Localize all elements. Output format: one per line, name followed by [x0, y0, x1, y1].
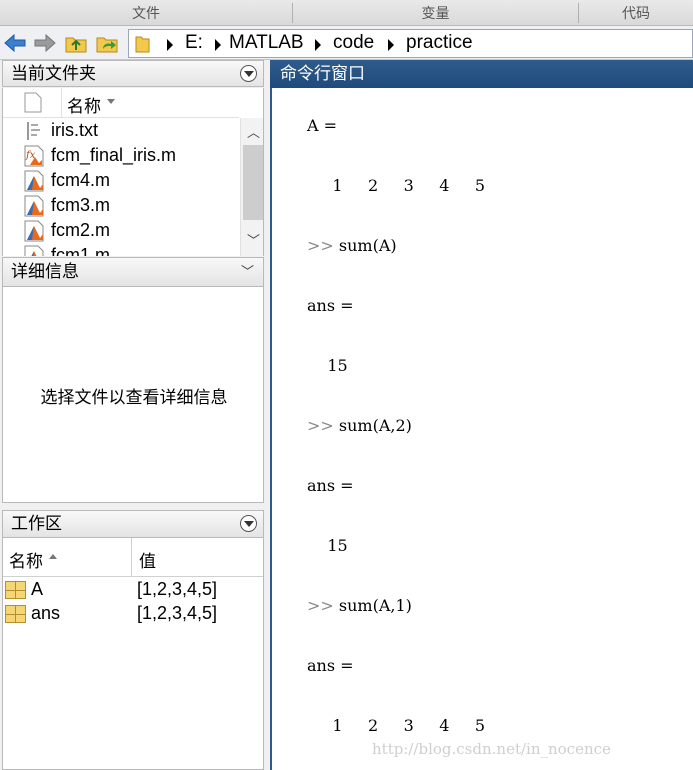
current-folder-file-list: 名称 iris.txt fx fcm_final_iris.m fcm4.m f…: [2, 88, 264, 256]
command-line: >> sum(A,1): [307, 596, 412, 615]
sort-up-icon: [49, 554, 57, 559]
section-variable-label[interactable]: 变量: [293, 0, 578, 26]
file-name: iris.txt: [51, 120, 98, 140]
chevron-down-icon[interactable]: ﹀: [241, 258, 254, 287]
up-folder-icon[interactable]: [64, 31, 88, 55]
section-code-label[interactable]: 代码: [579, 0, 693, 26]
list-item[interactable]: iris.txt: [3, 119, 239, 144]
list-item[interactable]: fcm4.m: [3, 169, 239, 194]
list-item[interactable]: fx fcm_final_iris.m: [3, 144, 239, 169]
path-segment-code[interactable]: code: [333, 32, 374, 54]
workspace-panel: 名称 值 A [1,2,3,4,5] ans [1,2,3,4,5]: [2, 538, 264, 770]
path-separator-icon: [215, 39, 221, 51]
workspace-title-bar: 工作区: [2, 510, 264, 538]
output-line: A =: [307, 116, 338, 135]
value-column-header[interactable]: 值: [139, 547, 156, 572]
matrix-variable-icon: [5, 581, 26, 599]
scroll-up-icon[interactable]: ︿: [247, 122, 260, 141]
path-field[interactable]: E: MATLAB code practice: [128, 29, 693, 58]
scrollbar-thumb[interactable]: [243, 145, 263, 220]
path-separator-icon: [315, 39, 321, 51]
command-line: >> sum(A,2): [307, 416, 412, 435]
panel-actions-icon[interactable]: [240, 65, 257, 82]
path-separator-icon: [388, 39, 394, 51]
command-window-title: 命令行窗口: [280, 64, 365, 84]
file-type-column-icon: [24, 92, 42, 113]
folder-icon: [135, 36, 150, 53]
current-folder-title: 当前文件夹: [11, 64, 96, 84]
back-arrow-icon[interactable]: [3, 31, 27, 55]
file-name: fcm3.m: [51, 195, 111, 215]
panel-actions-icon[interactable]: [240, 515, 257, 532]
script-file-icon: [24, 245, 44, 256]
file-list-header: 名称: [3, 88, 239, 118]
workspace-title: 工作区: [11, 514, 62, 534]
forward-arrow-icon[interactable]: [33, 31, 57, 55]
file-name: fcm1.m: [51, 245, 111, 256]
script-file-icon: [24, 170, 44, 192]
watermark: http://blog.csdn.net/in_nocence: [372, 740, 611, 758]
variable-name: A: [31, 579, 44, 599]
command-window-title-bar: 命令行窗口: [270, 60, 693, 88]
text-file-icon: [27, 122, 40, 140]
function-file-icon: fx: [24, 145, 44, 167]
path-segment-drive[interactable]: E:: [185, 32, 203, 54]
current-folder-title-bar: 当前文件夹: [2, 60, 264, 87]
list-item[interactable]: fcm3.m: [3, 194, 239, 219]
address-bar: E: MATLAB code practice: [0, 26, 693, 60]
workspace-header: 名称 值: [3, 538, 263, 577]
name-column-header[interactable]: 名称: [67, 92, 101, 117]
file-name: fcm4.m: [51, 170, 111, 190]
path-segment-matlab[interactable]: MATLAB: [229, 32, 304, 54]
file-name: fcm2.m: [51, 220, 111, 240]
path-separator-icon: [167, 39, 173, 51]
divider: [61, 88, 62, 118]
details-placeholder-text: 选择文件以查看详细信息: [40, 388, 228, 408]
sort-down-icon: [107, 99, 115, 104]
table-row[interactable]: ans [1,2,3,4,5]: [3, 602, 263, 625]
file-list-scrollbar[interactable]: ︿ ﹀: [240, 118, 263, 256]
variable-value: [1,2,3,4,5]: [137, 579, 218, 599]
variable-value: [1,2,3,4,5]: [137, 603, 218, 623]
path-segment-practice[interactable]: practice: [406, 32, 473, 54]
command-window[interactable]: A = 1 2 3 4 5 >> sum(A) ans = 15 >> sum(…: [270, 88, 693, 770]
prompt-symbol: >>: [307, 416, 334, 435]
output-line: 15: [307, 356, 348, 375]
matrix-variable-icon: [5, 605, 26, 623]
browse-folder-icon[interactable]: [95, 31, 119, 55]
list-item[interactable]: fcm1.m: [3, 244, 239, 256]
command-gutter: [272, 88, 302, 770]
script-file-icon: [24, 195, 44, 217]
variable-name: ans: [31, 603, 61, 623]
details-panel: 选择文件以查看详细信息: [2, 287, 264, 503]
prompt-symbol: >>: [307, 596, 334, 615]
name-column-header[interactable]: 名称: [9, 547, 43, 572]
section-file-label[interactable]: 文件: [0, 0, 292, 26]
file-name: fcm_final_iris.m: [51, 145, 177, 165]
output-line: ans =: [307, 296, 354, 315]
output-line: ans =: [307, 476, 354, 495]
command-line: >> sum(A): [307, 236, 397, 255]
output-line: 1 2 3 4 5: [307, 716, 486, 735]
output-line: 15: [307, 536, 348, 555]
script-file-icon: [24, 220, 44, 242]
output-line: ans =: [307, 656, 354, 675]
output-line: 1 2 3 4 5: [307, 176, 486, 195]
details-title-bar[interactable]: 详细信息 ﹀: [2, 257, 264, 287]
toolstrip-section-bar: 文件 变量 代码: [0, 0, 693, 26]
divider: [131, 538, 132, 577]
prompt-symbol: >>: [307, 236, 334, 255]
scroll-down-icon[interactable]: ﹀: [247, 230, 260, 249]
table-row[interactable]: A [1,2,3,4,5]: [3, 578, 263, 601]
details-title: 详细信息: [11, 262, 79, 282]
list-item[interactable]: fcm2.m: [3, 219, 239, 244]
